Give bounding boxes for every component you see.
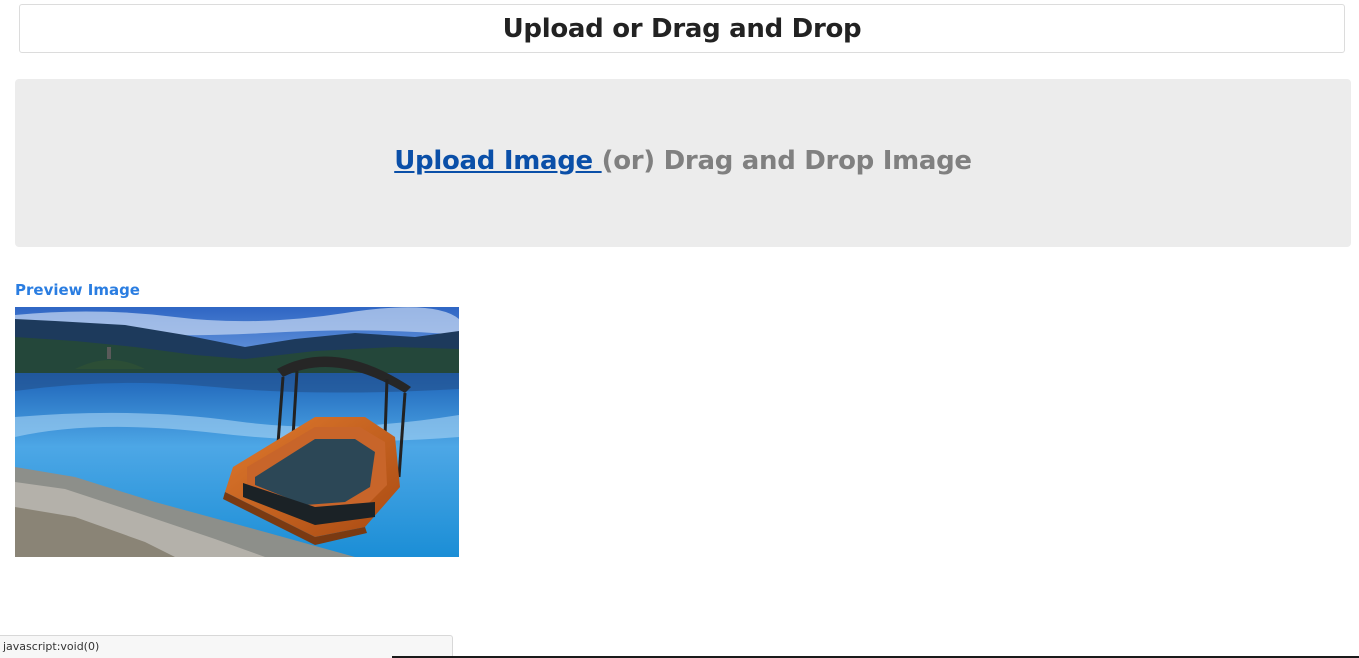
drop-zone[interactable]: Upload Image (or) Drag and Drop Image [15,79,1351,247]
preview-image [15,307,459,557]
status-bar-url: javascript:void(0) [0,635,453,658]
drag-drop-instruction: (or) Drag and Drop Image [601,145,972,176]
page-header: Upload or Drag and Drop [19,4,1345,53]
page-title: Upload or Drag and Drop [502,13,862,44]
drop-zone-text: Upload Image (or) Drag and Drop Image [394,146,972,176]
preview-image-label: Preview Image [15,281,140,299]
upload-image-link[interactable]: Upload Image [394,146,601,176]
